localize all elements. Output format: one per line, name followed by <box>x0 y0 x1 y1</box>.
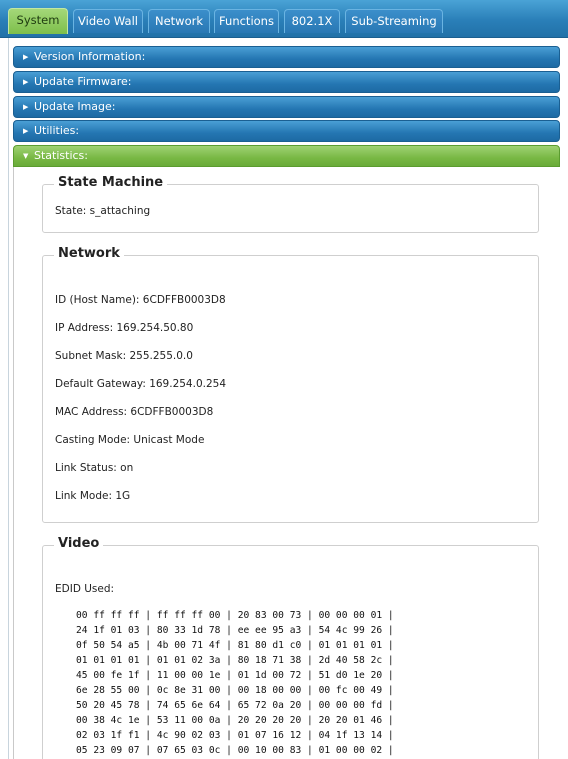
accordion-statistics[interactable]: ▼ Statistics: <box>13 145 560 167</box>
tab-802-1x[interactable]: 802.1X <box>284 9 340 33</box>
chevron-right-icon: ▶ <box>23 53 29 61</box>
edid-row: 01 01 01 01 | 01 01 02 3a | 80 18 71 38 … <box>76 655 394 666</box>
edid-row: 05 23 09 07 | 07 65 03 0c | 00 10 00 83 … <box>76 745 394 756</box>
chevron-right-icon: ▶ <box>23 78 29 86</box>
mac-address: MAC Address: 6CDFFB0003D8 <box>55 406 214 418</box>
statistics-panel: State Machine State: s_attaching Network… <box>13 167 560 759</box>
accordion-label: Update Firmware: <box>34 75 132 88</box>
edid-row: 24 1f 01 03 | 80 33 1d 78 | ee ee 95 a3 … <box>76 625 394 636</box>
accordion-version-information[interactable]: ▶ Version Information: <box>13 46 560 68</box>
default-gateway: Default Gateway: 169.254.0.254 <box>55 378 227 390</box>
tab-network[interactable]: Network <box>148 9 210 33</box>
accordion-label: Update Image: <box>34 100 116 113</box>
host-name: ID (Host Name): 6CDFFB0003D8 <box>55 294 226 306</box>
tab-system[interactable]: System <box>8 8 68 34</box>
tab-bar: System Video Wall Network Functions 802.… <box>0 0 568 38</box>
edid-row: 00 ff ff ff | ff ff ff 00 | 20 83 00 73 … <box>76 610 394 621</box>
state-machine-title: State Machine <box>54 175 168 190</box>
chevron-right-icon: ▶ <box>23 127 29 135</box>
edid-row: 02 03 1f f1 | 4c 90 02 03 | 01 07 16 12 … <box>76 730 394 741</box>
network-title: Network <box>54 246 124 261</box>
edid-label: EDID Used: <box>55 583 115 595</box>
edid-row: 0f 50 54 a5 | 4b 00 71 4f | 81 80 d1 c0 … <box>76 640 394 651</box>
accordion-utilities[interactable]: ▶ Utilities: <box>13 120 560 142</box>
chevron-down-icon: ▼ <box>23 152 29 160</box>
edid-row: 00 38 4c 1e | 53 11 00 0a | 20 20 20 20 … <box>76 715 394 726</box>
state-value: State: s_attaching <box>55 205 151 217</box>
ip-address: IP Address: 169.254.50.80 <box>55 322 194 334</box>
edid-row: 45 00 fe 1f | 11 00 00 1e | 01 1d 00 72 … <box>76 670 394 681</box>
state-machine-group: State Machine State: s_attaching <box>42 175 539 233</box>
subnet-mask: Subnet Mask: 255.255.0.0 <box>55 350 193 362</box>
casting-mode: Casting Mode: Unicast Mode <box>55 434 205 446</box>
edid-row: 50 20 45 78 | 74 65 6e 64 | 65 72 0a 20 … <box>76 700 394 711</box>
tab-functions[interactable]: Functions <box>214 9 279 33</box>
accordion-update-image[interactable]: ▶ Update Image: <box>13 96 560 118</box>
link-mode: Link Mode: 1G <box>55 490 131 502</box>
tab-sub-streaming[interactable]: Sub-Streaming <box>345 9 443 33</box>
tab-video-wall[interactable]: Video Wall <box>73 9 143 33</box>
video-title: Video <box>54 536 104 551</box>
accordion-label: Utilities: <box>34 124 80 137</box>
link-status: Link Status: on <box>55 462 134 474</box>
accordion-update-firmware[interactable]: ▶ Update Firmware: <box>13 71 560 93</box>
accordion-label: Statistics: <box>34 149 88 162</box>
edid-row: 6e 28 55 00 | 0c 8e 31 00 | 00 18 00 00 … <box>76 685 394 696</box>
video-group: Video EDID Used: 00 ff ff ff | ff ff ff … <box>42 536 539 759</box>
accordion-label: Version Information: <box>34 50 146 63</box>
network-group: Network ID (Host Name): 6CDFFB0003D8 IP … <box>42 246 539 523</box>
chevron-right-icon: ▶ <box>23 103 29 111</box>
